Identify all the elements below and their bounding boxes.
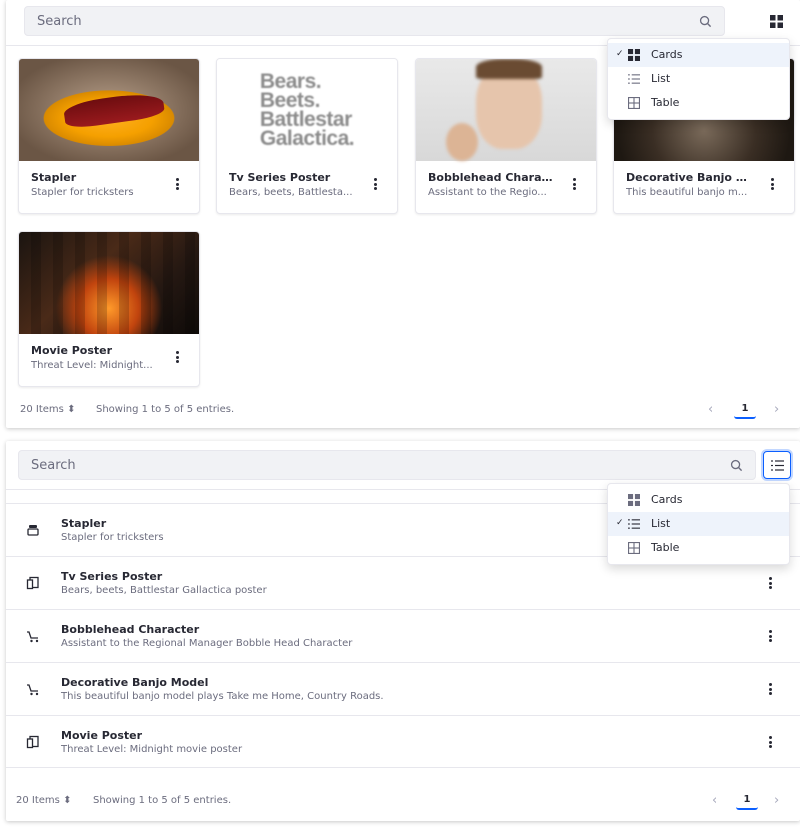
check-icon: ✓ bbox=[616, 518, 624, 528]
list-item-subtitle: Assistant to the Regional Manager Bobble… bbox=[61, 638, 353, 649]
view-option-label: List bbox=[651, 72, 671, 85]
view-option-label: Cards bbox=[651, 48, 683, 61]
search-placeholder: Search bbox=[37, 14, 82, 29]
list-item-title: Movie Poster bbox=[61, 729, 143, 742]
search-input[interactable]: Search bbox=[18, 450, 756, 480]
items-per-page-select[interactable]: 20 Items ⬍ bbox=[16, 795, 71, 806]
more-actions-icon[interactable] bbox=[766, 176, 778, 192]
table-icon bbox=[628, 542, 640, 554]
list-item-subtitle: This beautiful banjo model plays Take me… bbox=[61, 691, 384, 702]
list-item-title: Stapler bbox=[61, 517, 107, 530]
more-actions-icon[interactable] bbox=[369, 176, 381, 192]
more-actions-icon[interactable] bbox=[764, 681, 776, 697]
more-actions-icon[interactable] bbox=[764, 734, 776, 750]
showing-entries-text: Showing 1 to 5 of 5 entries. bbox=[96, 404, 235, 415]
view-toggle-button[interactable] bbox=[763, 451, 791, 479]
view-option-label: Table bbox=[651, 541, 680, 554]
list-item-subtitle: Bears, beets, Battlestar Gallactica post… bbox=[61, 585, 267, 596]
card-subtitle: Stapler for tricksters bbox=[31, 187, 134, 198]
search-placeholder: Search bbox=[31, 458, 76, 473]
pagination-footer: 20 Items ⬍ Showing 1 to 5 of 5 entries. … bbox=[6, 787, 800, 817]
search-icon[interactable] bbox=[699, 15, 712, 28]
page-number-button[interactable]: 1 bbox=[734, 401, 756, 419]
cards-icon bbox=[628, 49, 640, 61]
list-item-title: Tv Series Poster bbox=[61, 570, 163, 583]
card[interactable]: Stapler Stapler for tricksters bbox=[18, 58, 200, 214]
more-actions-icon[interactable] bbox=[568, 176, 580, 192]
list-view-panel: Search Stapler Stapler for tricksters Tv… bbox=[6, 441, 800, 821]
page-number-button[interactable]: 1 bbox=[736, 792, 758, 810]
list-item[interactable]: Movie Poster Threat Level: Midnight movi… bbox=[6, 715, 800, 768]
view-option-label: Cards bbox=[651, 493, 683, 506]
list-item[interactable]: Decorative Banjo Model This beautiful ba… bbox=[6, 662, 800, 715]
more-actions-icon[interactable] bbox=[764, 628, 776, 644]
view-option-table[interactable]: Table bbox=[608, 91, 789, 115]
card-title: Tv Series Poster bbox=[229, 171, 331, 184]
poster-icon bbox=[26, 735, 39, 749]
cards-view-panel: Search Stapler Stapler for tricksters Be… bbox=[6, 0, 800, 428]
poster-icon bbox=[26, 576, 39, 590]
card-title: Stapler bbox=[31, 171, 77, 184]
card-subtitle: This beautiful banjo m... bbox=[626, 187, 748, 198]
pagination-footer: 20 Items ⬍ Showing 1 to 5 of 5 entries. … bbox=[6, 396, 800, 426]
showing-entries-text: Showing 1 to 5 of 5 entries. bbox=[93, 795, 232, 806]
more-actions-icon[interactable] bbox=[171, 349, 183, 365]
check-icon: ✓ bbox=[616, 49, 624, 59]
list-icon bbox=[628, 74, 640, 84]
card[interactable]: Movie Poster Threat Level: Midnight... bbox=[18, 231, 200, 387]
items-per-page-select[interactable]: 20 Items ⬍ bbox=[20, 404, 75, 415]
more-actions-icon[interactable] bbox=[764, 575, 776, 591]
movie-poster-image bbox=[19, 232, 199, 334]
view-option-label: List bbox=[651, 517, 671, 530]
card-title: Decorative Banjo M... bbox=[626, 171, 754, 184]
poster-image: Bears. Beets. Battlestar Galactica. bbox=[217, 59, 397, 161]
list-item[interactable]: Bobblehead Character Assistant to the Re… bbox=[6, 609, 800, 662]
view-toggle-button[interactable] bbox=[762, 7, 790, 35]
list-item-subtitle: Threat Level: Midnight movie poster bbox=[61, 744, 243, 755]
stapler-icon bbox=[27, 525, 39, 536]
list-item-title: Decorative Banjo Model bbox=[61, 676, 209, 689]
view-option-list[interactable]: ✓ List bbox=[608, 512, 789, 536]
search-input[interactable]: Search bbox=[24, 6, 725, 36]
view-option-table[interactable]: Table bbox=[608, 536, 789, 560]
view-dropdown-menu: Cards ✓ List Table bbox=[607, 483, 790, 565]
cart-icon bbox=[27, 684, 39, 696]
previous-page-icon[interactable]: ‹ bbox=[708, 402, 713, 417]
view-option-label: Table bbox=[651, 96, 680, 109]
sort-arrows-icon: ⬍ bbox=[63, 795, 72, 806]
cards-icon bbox=[769, 14, 783, 28]
card[interactable]: Bobblehead Charact... Assistant to the R… bbox=[415, 58, 597, 214]
card-title: Bobblehead Charact... bbox=[428, 171, 556, 184]
list-item-title: Bobblehead Character bbox=[61, 623, 200, 636]
more-actions-icon[interactable] bbox=[171, 176, 183, 192]
items-per-page-label: 20 Items bbox=[16, 795, 60, 806]
card-subtitle: Assistant to the Regio... bbox=[428, 187, 547, 198]
card-subtitle: Threat Level: Midnight... bbox=[31, 360, 153, 371]
list-icon bbox=[770, 459, 784, 471]
card-subtitle: Bears, beets, Battlesta... bbox=[229, 187, 353, 198]
next-page-icon[interactable]: › bbox=[774, 793, 779, 808]
view-dropdown-menu: ✓ Cards List Table bbox=[607, 38, 790, 120]
sort-arrows-icon: ⬍ bbox=[67, 404, 76, 415]
card-title: Movie Poster bbox=[31, 344, 113, 357]
poster-artwork-text: Bears. Beets. Battlestar Galactica. bbox=[259, 70, 355, 150]
view-option-cards[interactable]: ✓ Cards bbox=[608, 43, 789, 67]
list-item-subtitle: Stapler for tricksters bbox=[61, 532, 164, 543]
card[interactable]: Bears. Beets. Battlestar Galactica. Tv Seri… bbox=[216, 58, 398, 214]
next-page-icon[interactable]: › bbox=[774, 402, 779, 417]
list-icon bbox=[628, 519, 640, 529]
search-icon[interactable] bbox=[730, 459, 743, 472]
stapler-image bbox=[19, 59, 199, 161]
cart-icon bbox=[27, 631, 39, 643]
cards-icon bbox=[628, 494, 640, 506]
view-option-cards[interactable]: Cards bbox=[608, 488, 789, 512]
bobblehead-image bbox=[416, 59, 596, 161]
items-per-page-label: 20 Items bbox=[20, 404, 64, 415]
table-icon bbox=[628, 97, 640, 109]
previous-page-icon[interactable]: ‹ bbox=[712, 793, 717, 808]
view-option-list[interactable]: List bbox=[608, 67, 789, 91]
